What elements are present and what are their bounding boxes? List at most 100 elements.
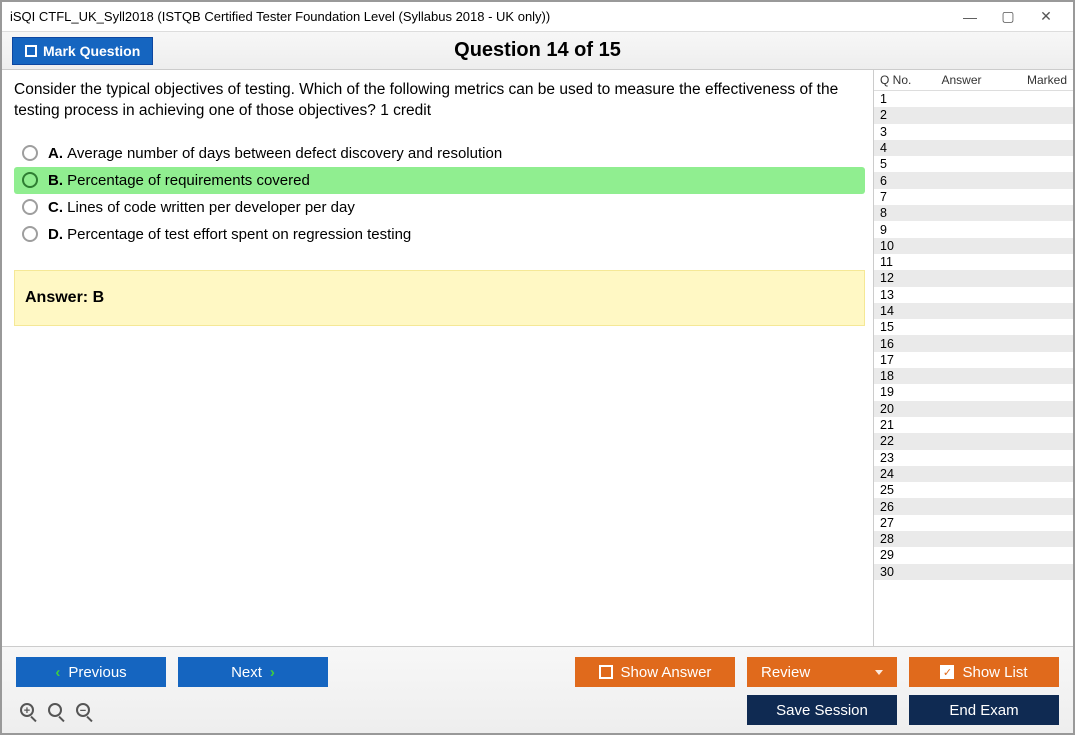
radio-icon (22, 226, 38, 242)
checkbox-icon (599, 665, 613, 679)
footer: ‹ Previous Next › Show Answer Review ✓ S… (2, 646, 1073, 733)
qno-cell: 15 (880, 320, 910, 334)
save-session-label: Save Session (776, 702, 868, 719)
zoom-in-button[interactable]: + (16, 699, 38, 721)
next-button[interactable]: Next › (178, 657, 328, 687)
question-row-23[interactable]: 23 (874, 450, 1073, 466)
qno-cell: 22 (880, 434, 910, 448)
previous-button[interactable]: ‹ Previous (16, 657, 166, 687)
option-label: B. Percentage of requirements covered (48, 172, 310, 189)
question-row-3[interactable]: 3 (874, 124, 1073, 140)
titlebar: iSQI CTFL_UK_Syll2018 (ISTQB Certified T… (2, 2, 1073, 32)
question-row-16[interactable]: 16 (874, 335, 1073, 351)
options-list: A. Average number of days between defect… (14, 140, 865, 248)
qno-cell: 8 (880, 206, 910, 220)
question-row-20[interactable]: 20 (874, 401, 1073, 417)
qno-cell: 6 (880, 174, 910, 188)
question-row-22[interactable]: 22 (874, 433, 1073, 449)
question-list-body[interactable]: 1234567891011121314151617181920212223242… (874, 91, 1073, 646)
minimize-button[interactable]: — (951, 3, 989, 31)
show-list-label: Show List (962, 664, 1027, 681)
window-title: iSQI CTFL_UK_Syll2018 (ISTQB Certified T… (10, 9, 951, 24)
question-row-7[interactable]: 7 (874, 189, 1073, 205)
show-list-button[interactable]: ✓ Show List (909, 657, 1059, 687)
qno-cell: 13 (880, 288, 910, 302)
app-window: iSQI CTFL_UK_Syll2018 (ISTQB Certified T… (0, 0, 1075, 735)
qno-cell: 7 (880, 190, 910, 204)
qno-cell: 18 (880, 369, 910, 383)
checkbox-icon (25, 45, 37, 57)
zoom-reset-button[interactable] (44, 699, 66, 721)
qno-cell: 17 (880, 353, 910, 367)
question-row-2[interactable]: 2 (874, 107, 1073, 123)
option-c[interactable]: C. Lines of code written per developer p… (14, 194, 865, 221)
main-body: Consider the typical objectives of testi… (2, 70, 1073, 646)
qno-cell: 1 (880, 92, 910, 106)
question-row-25[interactable]: 25 (874, 482, 1073, 498)
qno-cell: 4 (880, 141, 910, 155)
col-answer: Answer (916, 73, 1007, 87)
mark-question-button[interactable]: Mark Question (12, 37, 153, 65)
qno-cell: 12 (880, 271, 910, 285)
question-row-11[interactable]: 11 (874, 254, 1073, 270)
question-row-15[interactable]: 15 (874, 319, 1073, 335)
question-row-1[interactable]: 1 (874, 91, 1073, 107)
footer-row-1: ‹ Previous Next › Show Answer Review ✓ S… (16, 657, 1059, 687)
question-row-8[interactable]: 8 (874, 205, 1073, 221)
zoom-out-button[interactable]: − (72, 699, 94, 721)
option-label: A. Average number of days between defect… (48, 145, 502, 162)
question-row-30[interactable]: 30 (874, 564, 1073, 580)
question-row-6[interactable]: 6 (874, 172, 1073, 188)
option-b[interactable]: B. Percentage of requirements covered (14, 167, 865, 194)
col-marked: Marked (1007, 73, 1067, 87)
qno-cell: 26 (880, 500, 910, 514)
question-row-29[interactable]: 29 (874, 547, 1073, 563)
option-d[interactable]: D. Percentage of test effort spent on re… (14, 221, 865, 248)
question-text: Consider the typical objectives of testi… (14, 80, 865, 122)
footer-row-2: + − Save Session End Exam (16, 695, 1059, 725)
qno-cell: 20 (880, 402, 910, 416)
question-row-4[interactable]: 4 (874, 140, 1073, 156)
chevron-right-icon: › (270, 664, 275, 681)
question-row-24[interactable]: 24 (874, 466, 1073, 482)
question-row-9[interactable]: 9 (874, 221, 1073, 237)
chevron-left-icon: ‹ (55, 664, 60, 681)
qno-cell: 29 (880, 548, 910, 562)
question-row-26[interactable]: 26 (874, 498, 1073, 514)
question-row-17[interactable]: 17 (874, 352, 1073, 368)
show-answer-button[interactable]: Show Answer (575, 657, 735, 687)
qno-cell: 21 (880, 418, 910, 432)
question-row-21[interactable]: 21 (874, 417, 1073, 433)
question-row-13[interactable]: 13 (874, 287, 1073, 303)
option-label: C. Lines of code written per developer p… (48, 199, 355, 216)
question-panel: Consider the typical objectives of testi… (2, 70, 873, 646)
question-list-header: Q No. Answer Marked (874, 70, 1073, 91)
question-row-28[interactable]: 28 (874, 531, 1073, 547)
question-row-14[interactable]: 14 (874, 303, 1073, 319)
close-button[interactable]: ✕ (1027, 3, 1065, 31)
radio-icon (22, 199, 38, 215)
question-row-18[interactable]: 18 (874, 368, 1073, 384)
qno-cell: 19 (880, 385, 910, 399)
question-row-12[interactable]: 12 (874, 270, 1073, 286)
question-row-27[interactable]: 27 (874, 515, 1073, 531)
option-label: D. Percentage of test effort spent on re… (48, 226, 411, 243)
magnifier-minus-icon: − (76, 703, 90, 717)
qno-cell: 28 (880, 532, 910, 546)
qno-cell: 27 (880, 516, 910, 530)
qno-cell: 11 (880, 255, 910, 269)
review-button[interactable]: Review (747, 657, 897, 687)
question-row-10[interactable]: 10 (874, 238, 1073, 254)
end-exam-button[interactable]: End Exam (909, 695, 1059, 725)
question-row-5[interactable]: 5 (874, 156, 1073, 172)
maximize-button[interactable]: ▢ (989, 3, 1027, 31)
qno-cell: 10 (880, 239, 910, 253)
question-row-19[interactable]: 19 (874, 384, 1073, 400)
zoom-controls: + − (16, 699, 94, 721)
qno-cell: 5 (880, 157, 910, 171)
question-counter: Question 14 of 15 (2, 39, 1073, 62)
qno-cell: 3 (880, 125, 910, 139)
option-a[interactable]: A. Average number of days between defect… (14, 140, 865, 167)
save-session-button[interactable]: Save Session (747, 695, 897, 725)
previous-label: Previous (68, 664, 126, 681)
